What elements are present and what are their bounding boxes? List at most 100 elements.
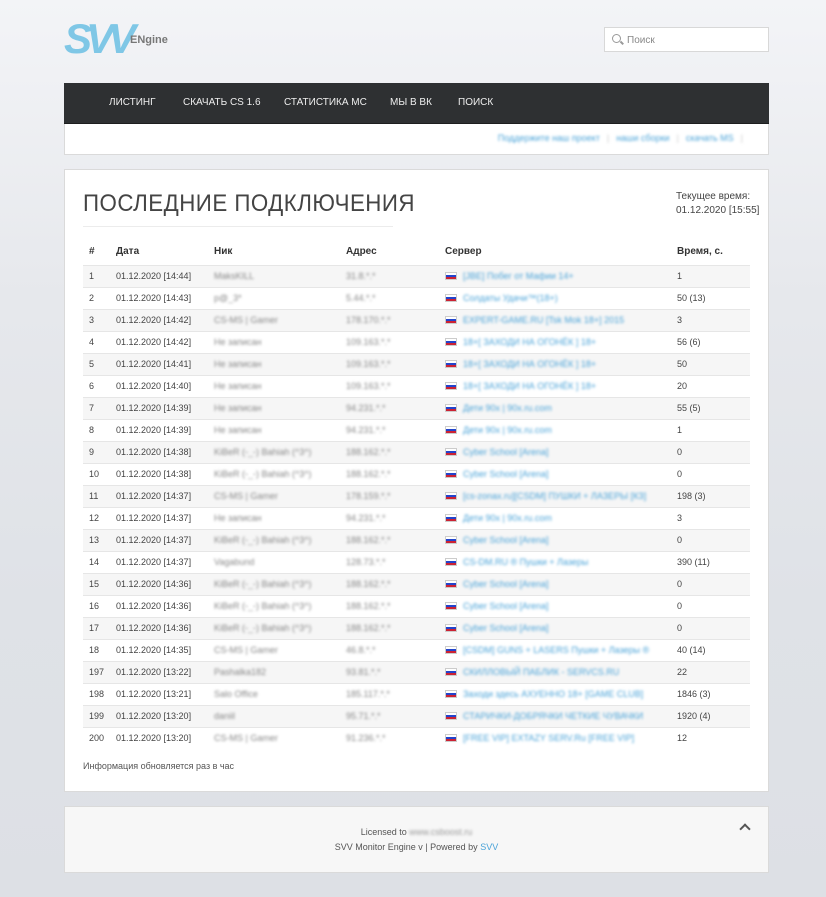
row-time-text: 1846 (3): [677, 689, 711, 699]
nav-vk[interactable]: Мы в ВК: [390, 97, 432, 108]
server-link[interactable]: Cyber School [Arena]: [463, 601, 549, 611]
search-input[interactable]: [627, 32, 765, 48]
row-nick-text: KiBeR (-_-) Bahiah (^3^): [214, 579, 312, 589]
row-nick-text: Не записан: [214, 513, 262, 523]
row-date: 01.12.2020 [14:35]: [110, 638, 208, 661]
link-download-ms[interactable]: скачать MS: [686, 133, 734, 143]
footer-engine: SVV Monitor Engine v | Powered by SVV: [65, 842, 768, 852]
row-number: 18: [83, 638, 110, 661]
current-time: Текущее время: 01.12.2020 [15:55]: [676, 190, 759, 218]
server-link[interactable]: 18+[ ЗАХОДИ НА ОГОНЁК ] 18+: [463, 359, 596, 369]
row-address-text: 109.163.*.*: [346, 381, 391, 391]
row-address: 178.159.*.*: [340, 484, 439, 507]
server-link[interactable]: [cs-zonax.ru][CSDM] ПУШКИ + ЛАЗЕРЫ [КЗ]: [463, 491, 646, 501]
row-date: 01.12.2020 [14:36]: [110, 594, 208, 617]
row-address: 188.162.*.*: [340, 440, 439, 463]
row-time: 1: [671, 264, 750, 287]
row-time: 1846 (3): [671, 682, 750, 705]
row-nick: CS-MS | Gamer: [208, 308, 340, 331]
server-link[interactable]: [FREE VIP] EXTAZY SERV.Ru [FREE VIP]: [463, 733, 634, 743]
server-link[interactable]: 18+[ ЗАХОДИ НА ОГОНЁК ] 18+: [463, 381, 596, 391]
row-number: 12: [83, 506, 110, 529]
server-link[interactable]: CS-DM.RU ® Пушки + Лазеры: [463, 557, 588, 567]
sub-navbar: Поддержите наш проект | наши сборки | скачат…: [64, 124, 769, 155]
row-time-text: 22: [677, 667, 688, 677]
footer-engine-text: SVV Monitor Engine v | Powered by: [334, 842, 478, 852]
footer: Licensed to www.csboost.ru SVV Monitor E…: [64, 806, 769, 873]
search-box[interactable]: [604, 27, 769, 52]
row-number: 7: [83, 396, 110, 419]
row-date: 01.12.2020 [14:37]: [110, 528, 208, 551]
nav-download-cs[interactable]: Скачать CS 1.6: [183, 97, 261, 108]
row-time: 3: [671, 506, 750, 529]
row-number: 198: [83, 682, 110, 705]
row-time-text: 50 (13): [677, 293, 706, 303]
row-date-text: 01.12.2020 [13:20]: [116, 711, 192, 721]
server-link[interactable]: EXPERT-GAME.RU [Tsk Mok 18+] 2015: [463, 315, 624, 325]
nav-stats-mc[interactable]: Статистика MC: [284, 97, 367, 108]
row-time: 20: [671, 374, 750, 397]
row-nick-text: p@_3*: [214, 293, 242, 303]
col-time: Время, с.: [677, 245, 723, 257]
col-server: Сервер: [445, 245, 482, 257]
scroll-top-icon[interactable]: [740, 822, 750, 832]
row-nick-text: MaksKILL: [214, 271, 255, 281]
row-number-text: 7: [89, 403, 95, 413]
row-time-text: 50: [677, 359, 688, 369]
row-number-text: 8: [89, 425, 95, 435]
row-address: 94.231.*.*: [340, 418, 439, 441]
footer-licensed-site[interactable]: www.csboost.ru: [409, 827, 472, 837]
server-link[interactable]: Дети 90х | 90х.ru.com: [463, 513, 552, 523]
server-link[interactable]: Cyber School [Arena]: [463, 447, 549, 457]
server-link[interactable]: Cyber School [Arena]: [463, 535, 549, 545]
server-link[interactable]: СТАРИЧКИ-ДОБРЯЧКИ ЧЕТКИЕ ЧУВАЧКИ: [463, 711, 643, 721]
flag-ru-icon: [445, 514, 457, 522]
row-address-text: 94.231.*.*: [346, 513, 386, 523]
flag-ru-icon: [445, 448, 457, 456]
row-date-text: 01.12.2020 [14:36]: [116, 579, 192, 589]
row-number: 10: [83, 462, 110, 485]
row-server: Cyber School [Arena]: [439, 462, 671, 485]
table-row: 15 01.12.2020 [14:36] KiBeR (-_-) Bahiah (…: [83, 572, 750, 595]
row-time-text: 20: [677, 381, 688, 391]
row-time: 0: [671, 594, 750, 617]
server-link[interactable]: СКИЛЛОВЫЙ ПАБЛИК - SERVCS.RU: [463, 667, 619, 677]
server-link[interactable]: Дети 90х | 90х.ru.com: [463, 403, 552, 413]
site-logo[interactable]: SVV ENgine: [64, 16, 184, 62]
link-support-project[interactable]: Поддержите наш проект: [498, 133, 600, 143]
server-link[interactable]: [CSDM] GUNS + LASERS Пушки + Лазеры ®: [463, 645, 649, 655]
flag-ru-icon: [445, 668, 457, 676]
search-icon: [612, 34, 621, 43]
table-row: 1 01.12.2020 [14:44] MaksKILL 31.8.*.* [JBE]…: [83, 264, 750, 287]
row-server: [cs-zonax.ru][CSDM] ПУШКИ + ЛАЗЕРЫ [КЗ]: [439, 484, 671, 507]
server-link[interactable]: Cyber School [Arena]: [463, 469, 549, 479]
server-link[interactable]: [JBE] Побег от Мафии 14+: [463, 271, 574, 281]
row-date-text: 01.12.2020 [14:39]: [116, 403, 192, 413]
row-server: Дети 90х | 90х.ru.com: [439, 418, 671, 441]
server-link[interactable]: Cyber School [Arena]: [463, 623, 549, 633]
footer-svv-link[interactable]: SVV: [480, 842, 498, 852]
row-nick: KiBeR (-_-) Bahiah (^3^): [208, 594, 340, 617]
server-link[interactable]: Солдаты Удачи™(18+): [463, 293, 558, 303]
nav-search[interactable]: Поиск: [458, 97, 493, 108]
row-server: Солдаты Удачи™(18+): [439, 286, 671, 309]
row-date: 01.12.2020 [14:37]: [110, 550, 208, 573]
row-nick-text: Не записан: [214, 425, 262, 435]
row-number-text: 1: [89, 271, 95, 281]
table-row: 9 01.12.2020 [14:38] KiBeR (-_-) Bahiah (^…: [83, 440, 750, 463]
row-date: 01.12.2020 [14:44]: [110, 264, 208, 287]
row-date: 01.12.2020 [14:42]: [110, 308, 208, 331]
row-server: Cyber School [Arena]: [439, 594, 671, 617]
row-nick-text: KiBeR (-_-) Bahiah (^3^): [214, 535, 312, 545]
server-link[interactable]: 18+[ ЗАХОДИ НА ОГОНЁК ] 18+: [463, 337, 596, 347]
row-number: 17: [83, 616, 110, 639]
row-nick-text: KiBeR (-_-) Bahiah (^3^): [214, 601, 312, 611]
server-link[interactable]: Cyber School [Arena]: [463, 579, 549, 589]
server-link[interactable]: Заходи здесь АХУЕННО 18+ [GAME CLUB]: [463, 689, 643, 699]
row-date-text: 01.12.2020 [14:39]: [116, 425, 192, 435]
table-row: 8 01.12.2020 [14:39] Не записан 94.231.*.* Д…: [83, 418, 750, 441]
server-link[interactable]: Дети 90х | 90х.ru.com: [463, 425, 552, 435]
nav-listing[interactable]: Листинг: [109, 97, 156, 108]
link-our-builds[interactable]: наши сборки: [616, 133, 669, 143]
table-row: 11 01.12.2020 [14:37] CS-MS | Gamer 178.159…: [83, 484, 750, 507]
